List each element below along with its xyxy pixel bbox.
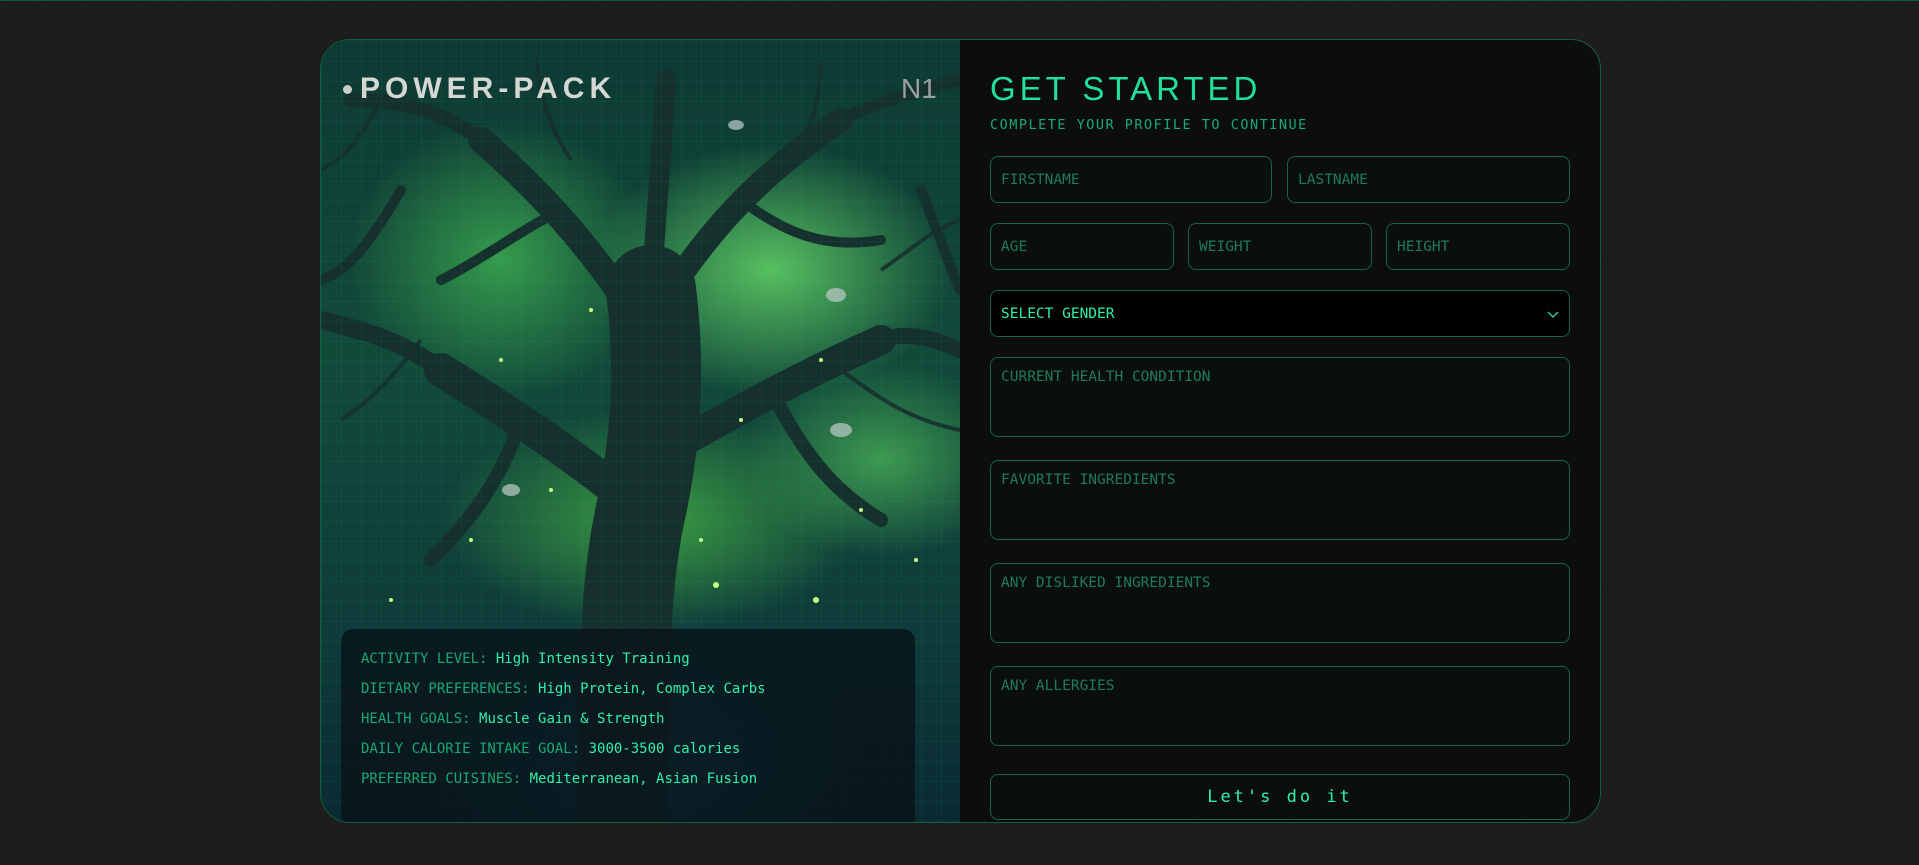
- summary-row-activity: ACTIVITY LEVEL: High Intensity Training: [361, 644, 895, 674]
- summary-value: High Protein, Complex Carbs: [538, 681, 766, 697]
- summary-value: 3000-3500 calories: [588, 741, 741, 757]
- hero-panel: POWER-PACK N1 ACTIVITY LEVEL: High Inten…: [321, 40, 960, 822]
- height-input[interactable]: [1386, 223, 1570, 270]
- lastname-input[interactable]: [1287, 156, 1570, 203]
- chevron-down-icon: [1547, 311, 1559, 318]
- form-panel: GET STARTED COMPLETE YOUR PROFILE TO CON…: [960, 40, 1600, 822]
- gender-select-value: SELECT GENDER: [1001, 305, 1115, 322]
- top-accent-line: [0, 0, 1919, 1]
- summary-label: DAILY CALORIE INTAKE GOAL:: [361, 741, 581, 757]
- form-subtitle: COMPLETE YOUR PROFILE TO CONTINUE: [990, 117, 1308, 133]
- signup-card: POWER-PACK N1 ACTIVITY LEVEL: High Inten…: [320, 39, 1601, 823]
- summary-label: PREFERRED CUISINES:: [361, 771, 522, 787]
- summary-label: DIETARY PREFERENCES:: [361, 681, 530, 697]
- summary-row-calories: DAILY CALORIE INTAKE GOAL: 3000-3500 cal…: [361, 734, 895, 764]
- disliked-ingredients-input[interactable]: [990, 563, 1570, 643]
- summary-value: High Intensity Training: [495, 651, 690, 667]
- brand-name: POWER-PACK: [360, 72, 617, 105]
- health-condition-input[interactable]: [990, 357, 1570, 437]
- favorite-ingredients-input[interactable]: [990, 460, 1570, 540]
- summary-value: Muscle Gain & Strength: [479, 711, 665, 727]
- brand-dot-icon: [343, 84, 352, 94]
- allergies-input[interactable]: [990, 666, 1570, 746]
- weight-input[interactable]: [1188, 223, 1372, 270]
- summary-row-cuisines: PREFERRED CUISINES: Mediterranean, Asian…: [361, 764, 895, 794]
- firstname-input[interactable]: [990, 156, 1272, 203]
- summary-row-goals: HEALTH GOALS: Muscle Gain & Strength: [361, 704, 895, 734]
- brand-number: N1: [901, 73, 937, 104]
- submit-button[interactable]: Let's do it: [990, 774, 1570, 820]
- summary-value: Mediterranean, Asian Fusion: [529, 771, 758, 787]
- summary-label: ACTIVITY LEVEL:: [361, 651, 488, 667]
- profile-summary: ACTIVITY LEVEL: High Intensity Training …: [341, 629, 915, 822]
- gender-select[interactable]: SELECT GENDER: [990, 290, 1570, 337]
- age-input[interactable]: [990, 223, 1174, 270]
- summary-row-diet: DIETARY PREFERENCES: High Protein, Compl…: [361, 674, 895, 704]
- brand: POWER-PACK: [343, 72, 616, 106]
- form-title: GET STARTED: [990, 70, 1262, 107]
- summary-label: HEALTH GOALS:: [361, 711, 471, 727]
